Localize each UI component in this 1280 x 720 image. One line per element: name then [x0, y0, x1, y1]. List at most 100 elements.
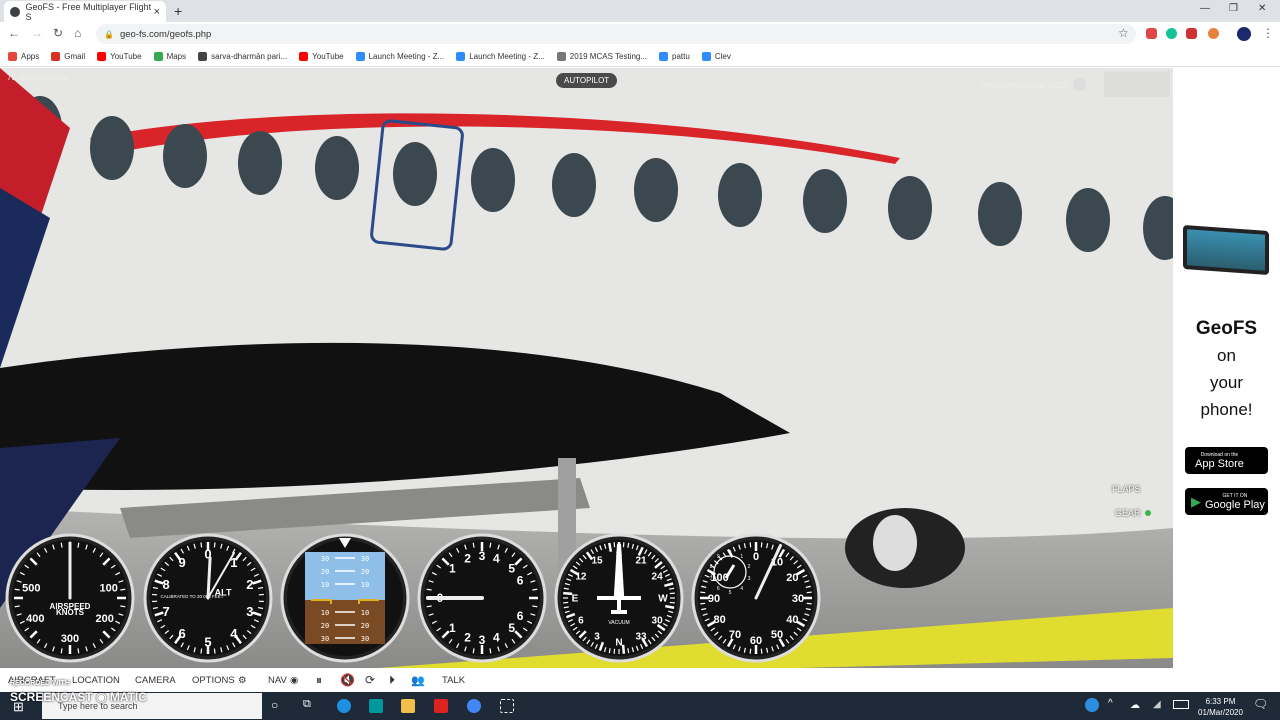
bookmark-star-icon[interactable]: ☆ [1118, 26, 1129, 40]
browser-tab[interactable]: GeoFS - Free Multiplayer Flight S × [4, 1, 166, 22]
gauge-needle [206, 556, 212, 600]
extension-icon[interactable] [1146, 28, 1157, 39]
play-icon[interactable]: ⏵ [389, 673, 395, 688]
gauge-label: 50 [771, 629, 783, 641]
bookmark-item[interactable]: sarva-dharmān pari... [198, 51, 287, 61]
user-info[interactable]: AwesomeAirplanes20 [982, 78, 1086, 91]
bookmark-item[interactable]: Launch Meeting - Z... [355, 51, 444, 61]
gauge-label: 30 [652, 616, 664, 627]
bookmark-item[interactable]: YouTube [299, 51, 344, 61]
gauge-label: 6 [578, 616, 584, 627]
back-icon[interactable]: ← [8, 26, 20, 40]
menu-camera[interactable]: CAMERA [135, 675, 176, 686]
bookmark-item[interactable]: Maps [153, 51, 186, 61]
extension-icon[interactable] [1208, 28, 1219, 39]
gauge-label: 6 [517, 609, 524, 623]
url-field[interactable]: 🔒 geo-fs.com/geofs.php [96, 24, 1136, 44]
pitch-label: 10 [361, 609, 369, 617]
reset-icon[interactable]: ⟳ [365, 673, 375, 687]
flaps-indicator: FLAPS [1112, 484, 1141, 494]
edge-icon[interactable] [337, 699, 351, 713]
bookmark-item[interactable]: 2019 MCAS Testing... [556, 51, 648, 61]
gauge-tick [213, 542, 216, 548]
gauge-label: 3 [479, 633, 486, 647]
cabin-window [803, 169, 847, 233]
sign-out-button[interactable]: SIGN OUT [1104, 71, 1170, 97]
flight-sim-viewport[interactable]: 79 players online AUTOPILOT AwesomeAirpl… [0, 68, 1173, 668]
google-play-button[interactable]: ▶ GET IT ON Google Play [1185, 488, 1268, 515]
taskbar-clock[interactable]: 6:33 PM 01/Mar/2020 [1198, 696, 1243, 718]
new-tab-button[interactable]: + [174, 3, 182, 19]
menu-aircraft[interactable]: AIRCRAFT [8, 675, 56, 686]
username: AwesomeAirplanes20 [982, 79, 1069, 90]
app-store-button[interactable]: Download on the App Store [1185, 447, 1268, 474]
bookmark-item[interactable]: Clev [701, 51, 731, 61]
gauge-tick [749, 648, 752, 654]
mute-icon[interactable]: 🔇 [340, 673, 355, 687]
minimize-button[interactable]: — [1200, 3, 1210, 14]
game-menu-bar: AIRCRAFT LOCATION CAMERA OPTIONS ⚙ NAV ◉… [0, 668, 1173, 692]
close-window-button[interactable]: ✕ [1258, 3, 1266, 14]
windows-start-icon[interactable]: ⊞ [13, 699, 24, 715]
wifi-icon[interactable]: ◢ [1153, 699, 1161, 710]
grammarly-icon[interactable] [1166, 28, 1177, 39]
bookmark-item[interactable]: Apps [8, 51, 39, 61]
maximize-button[interactable]: ❐ [1229, 3, 1238, 14]
arduino-icon[interactable] [369, 699, 383, 713]
menu-nav[interactable]: NAV [268, 675, 287, 686]
gauge-label: 5 [204, 635, 211, 650]
extension-icon[interactable] [1186, 28, 1197, 39]
bookmark-icon [556, 51, 566, 61]
gear-icon[interactable]: ⚙ [238, 675, 247, 686]
file-explorer-icon[interactable] [401, 699, 415, 713]
help-icon[interactable] [1085, 698, 1099, 712]
menu-kebab-icon[interactable]: ⋮ [1262, 26, 1274, 40]
bookmark-item[interactable]: pattu [659, 51, 690, 61]
tab-title: GeoFS - Free Multiplayer Flight S [25, 1, 152, 22]
home-icon[interactable]: ⌂ [74, 26, 81, 40]
tab-bar: GeoFS - Free Multiplayer Flight S × + — ❐… [0, 0, 1280, 22]
pitch-label: 30 [321, 635, 329, 643]
taskbar-search[interactable]: Type here to search [42, 693, 262, 719]
clock-time: 6:33 PM [1205, 697, 1236, 706]
bookmark-item[interactable]: Launch Meeting - Z... [456, 51, 545, 61]
chrome-icon[interactable] [467, 699, 481, 713]
gauge-tick [60, 648, 63, 654]
menu-talk[interactable]: TALK [442, 675, 465, 686]
bookmark-item[interactable]: Gmail [51, 51, 85, 61]
autopilot-button[interactable]: AUTOPILOT [556, 73, 618, 88]
gauge-label: 20 [786, 572, 798, 584]
subdial-label: 3 [748, 576, 751, 582]
app-icon[interactable] [434, 699, 448, 713]
task-view-icon[interactable]: ⧉ [303, 698, 311, 711]
gauge-tick [608, 648, 611, 654]
profile-avatar[interactable] [1237, 27, 1251, 41]
gauge-label: 24 [652, 572, 664, 583]
address-bar-row: ← → ↻ ⌂ 🔒 geo-fs.com/geofs.php ☆ ⋮ [0, 22, 1280, 46]
bookmark-icon [153, 51, 163, 61]
reload-icon[interactable]: ↻ [53, 26, 63, 40]
players-icon[interactable]: 👥 [411, 674, 425, 687]
bookmark-label: 2019 MCAS Testing... [569, 51, 648, 61]
keyboard-icon[interactable] [1173, 700, 1189, 709]
close-tab-icon[interactable]: × [154, 6, 160, 18]
cabin-window [471, 148, 515, 212]
compass-icon[interactable]: ◉ [290, 675, 298, 686]
cabin-window [90, 116, 134, 180]
tray-chevron-icon[interactable]: ^ [1108, 698, 1113, 709]
menu-location[interactable]: LOCATION [72, 675, 120, 686]
pause-icon[interactable]: ⏸ [316, 673, 322, 688]
notifications-icon[interactable]: 🗨 [1253, 697, 1268, 711]
forward-icon[interactable]: → [31, 26, 43, 40]
snip-icon[interactable] [500, 699, 514, 713]
bookmarks-bar: Apps Gmail YouTube Maps sarva-dharmān pari..… [0, 46, 1280, 67]
onedrive-icon[interactable]: ☁ [1130, 700, 1140, 711]
bookmark-label: YouTube [312, 51, 344, 61]
gauge-label: 33 [635, 632, 647, 643]
bookmark-item[interactable]: YouTube [97, 51, 142, 61]
menu-options[interactable]: OPTIONS [192, 675, 235, 686]
bookmark-icon [8, 51, 17, 61]
gauge-label: 3 [479, 549, 486, 563]
gauge-tick [532, 605, 538, 608]
cortana-icon[interactable]: ○ [271, 698, 278, 712]
